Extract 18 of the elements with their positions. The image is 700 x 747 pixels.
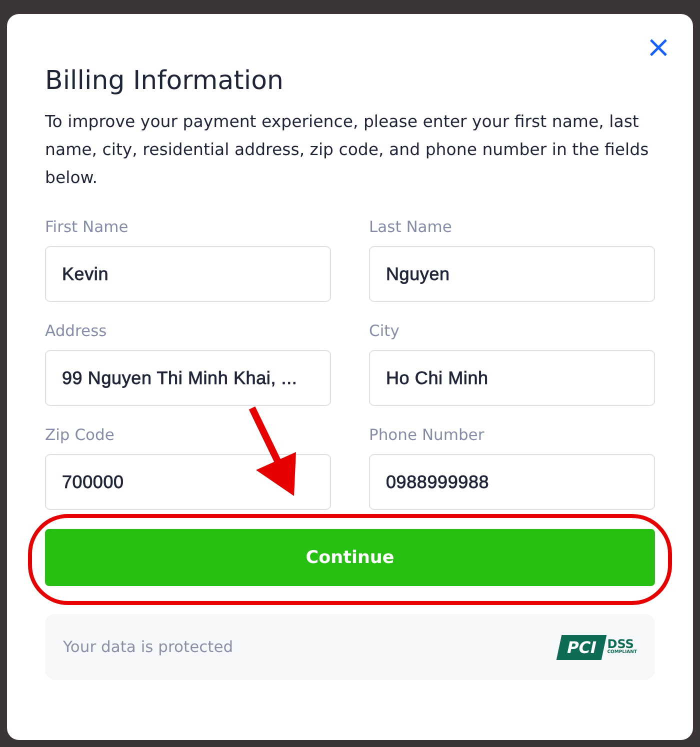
input-field[interactable]: 700000 — [45, 454, 331, 510]
input-field[interactable]: Kevin — [45, 246, 331, 302]
close-button[interactable]: × — [646, 34, 671, 62]
field-label: Phone Number — [369, 426, 486, 444]
dss-label: DSS — [607, 638, 634, 650]
field-label: Last Name — [369, 218, 453, 236]
field-label: Zip Code — [45, 426, 116, 444]
description-text: To improve your payment experience, please enter your first name, last name, city, residential address, zip code, and phone number in the fields below. — [45, 111, 650, 189]
field-label: First Name — [45, 218, 130, 236]
security-note: Your data is protected — [63, 638, 234, 656]
dialog-title: Billing Information — [45, 66, 284, 96]
field-label: Address — [45, 322, 108, 340]
input-field[interactable]: 0988999988 — [369, 454, 655, 510]
field-label: City — [369, 322, 400, 340]
input-field[interactable]: Ho Chi Minh — [369, 350, 655, 406]
input-field[interactable]: Nguyen — [369, 246, 655, 302]
input-field[interactable]: 99 Nguyen Thi Minh Khai, ... — [45, 350, 331, 406]
pci-logo: PCI — [556, 634, 607, 660]
